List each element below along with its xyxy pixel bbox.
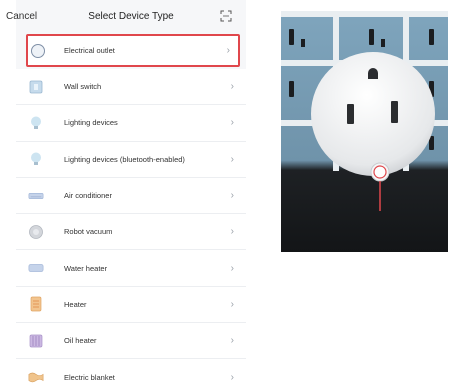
device-row-water-heater[interactable]: Water heater › <box>16 250 246 287</box>
bulb-icon <box>28 115 44 131</box>
robot-vacuum-icon <box>28 224 44 240</box>
device-label: Water heater <box>64 263 108 273</box>
chevron-right-icon: › <box>230 226 234 238</box>
device-label: Oil heater <box>64 336 97 346</box>
device-label: Lighting devices (bluetooth-enabled) <box>64 154 185 164</box>
device-label: Lighting devices <box>64 118 118 128</box>
smart-plug-photo <box>281 11 448 252</box>
chevron-right-icon: › <box>230 153 234 165</box>
wall-switch-icon <box>28 79 44 95</box>
device-label: Robot vacuum <box>64 227 113 237</box>
page: Cancel Select Device Type Electrical out… <box>0 0 466 388</box>
chevron-right-icon: › <box>226 45 230 56</box>
phone-screen: Cancel Select Device Type Electrical out… <box>6 0 246 388</box>
outlet-icon <box>30 43 46 59</box>
device-label: Heater <box>64 299 87 309</box>
chevron-right-icon: › <box>230 262 234 274</box>
device-row-robot-vacuum[interactable]: Robot vacuum › <box>16 214 246 251</box>
device-label: Electric blanket <box>64 372 115 382</box>
device-label: Electrical outlet <box>64 46 115 55</box>
device-type-list: Electrical outlet › Wall switch › Lighti… <box>16 32 246 388</box>
device-row-oil-heater[interactable]: Oil heater › <box>16 323 246 360</box>
device-row-lighting-devices[interactable]: Lighting devices › <box>16 105 246 142</box>
device-row-air-conditioner[interactable]: Air conditioner › <box>16 177 246 215</box>
chevron-right-icon: › <box>230 335 234 347</box>
device-row-lighting-devices-bluetooth[interactable]: Lighting devices (bluetooth-enabled) › <box>16 141 246 178</box>
chevron-right-icon: › <box>230 190 234 202</box>
air-conditioner-icon <box>28 188 44 204</box>
electric-blanket-icon <box>28 369 44 385</box>
chevron-right-icon: › <box>230 298 234 310</box>
chevron-right-icon: › <box>230 117 234 129</box>
device-row-wall-switch[interactable]: Wall switch › <box>16 69 246 106</box>
scan-icon[interactable] <box>220 10 232 22</box>
device-label: Wall switch <box>64 82 102 92</box>
chevron-right-icon: › <box>230 81 234 93</box>
bulb-icon <box>28 151 44 167</box>
device-row-heater[interactable]: Heater › <box>16 286 246 324</box>
heater-icon <box>28 296 44 312</box>
device-row-electric-blanket[interactable]: Electric blanket › <box>16 359 246 388</box>
chevron-right-icon: › <box>230 371 234 383</box>
oil-heater-icon <box>28 333 44 349</box>
device-label: Air conditioner <box>64 191 112 201</box>
water-heater-icon <box>28 260 44 276</box>
device-row-electrical-outlet[interactable]: Electrical outlet › <box>26 34 240 67</box>
